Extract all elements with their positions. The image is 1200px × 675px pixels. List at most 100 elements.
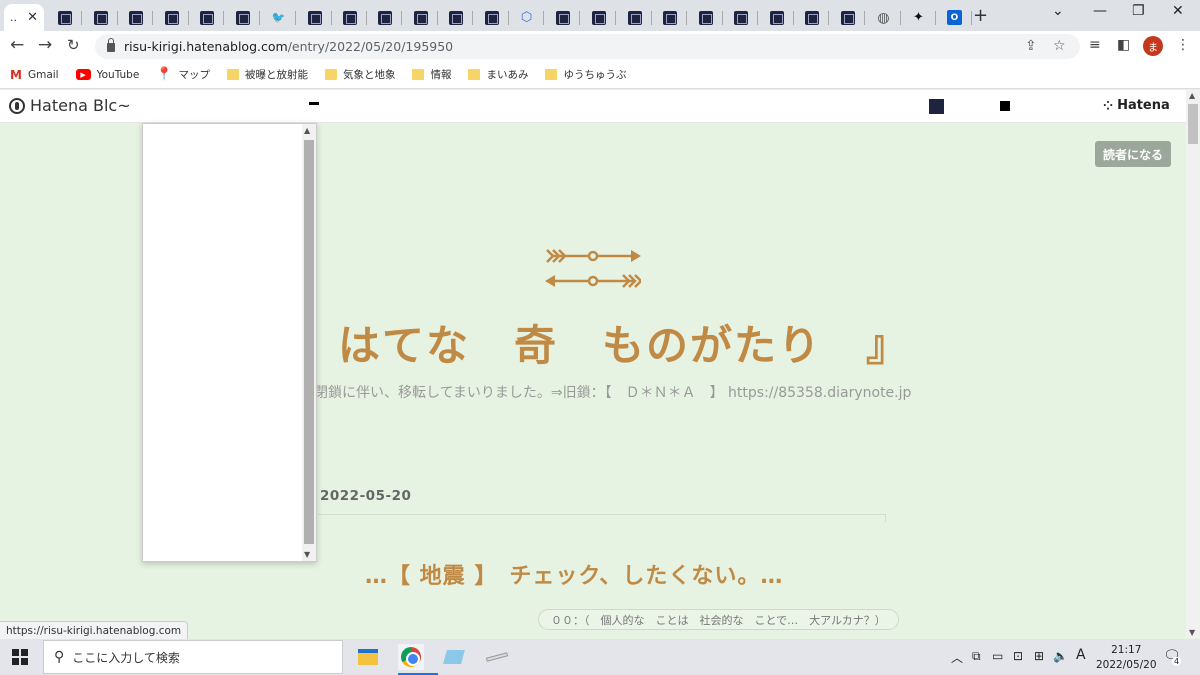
bookmark-item[interactable]: 📍 マップ xyxy=(156,67,210,82)
minimize-button[interactable]: — xyxy=(1093,3,1107,19)
new-tab-button[interactable]: + xyxy=(973,5,988,26)
pen-app[interactable] xyxy=(484,644,510,670)
browser-tab[interactable]: ✦ xyxy=(901,4,936,31)
tab-active[interactable]: .. ✕ xyxy=(4,4,44,31)
browser-tab[interactable] xyxy=(367,4,402,31)
battery-icon[interactable]: ▭ xyxy=(992,649,1003,663)
close-window-button[interactable]: ✕ xyxy=(1172,3,1184,19)
page-scroll-down-icon[interactable]: ▼ xyxy=(1189,628,1195,637)
start-windows-icon[interactable] xyxy=(12,649,28,665)
category-tag[interactable]: ００：（ 個人的な ことは 社会的な ことで… 大アルカナ？） xyxy=(538,609,899,630)
header-square-icon[interactable] xyxy=(1000,101,1010,111)
bookmark-item[interactable]: ▶ YouTube xyxy=(75,68,140,81)
back-icon[interactable]: ← xyxy=(10,35,24,55)
bookmark-item[interactable]: 情報 xyxy=(412,67,451,82)
share-icon[interactable]: ⇪ xyxy=(1025,38,1037,54)
follow-button[interactable]: 読者になる xyxy=(1095,141,1171,167)
forward-icon[interactable]: → xyxy=(38,35,52,55)
tab-search-icon[interactable]: ⌄ xyxy=(1052,3,1064,19)
browser-tab[interactable] xyxy=(297,4,332,31)
notepad-app[interactable] xyxy=(441,644,467,670)
ime-indicator[interactable]: A xyxy=(1076,647,1086,663)
site-favicon-icon xyxy=(733,10,748,25)
browser-tab[interactable]: 🐦 xyxy=(261,4,296,31)
bookmark-item[interactable]: M Gmail xyxy=(10,68,59,82)
browser-tab[interactable] xyxy=(403,4,438,31)
browser-tab[interactable] xyxy=(759,4,794,31)
bookmark-label: 情報 xyxy=(430,69,452,81)
browser-tab[interactable] xyxy=(83,4,118,31)
browser-tab[interactable] xyxy=(617,4,652,31)
taskbar-search-box[interactable]: ⚲ ここに入力して検索 xyxy=(43,640,343,674)
tab-separator xyxy=(401,11,402,25)
browser-tab[interactable] xyxy=(438,4,473,31)
chrome-app[interactable] xyxy=(398,644,438,675)
display-icon[interactable]: ⊞ xyxy=(1034,649,1044,663)
bookmark-item[interactable]: ゆうちゅうぶ xyxy=(545,67,626,82)
browser-tab[interactable]: ◍ xyxy=(866,4,901,31)
side-panel-icon[interactable]: ◧ xyxy=(1117,37,1130,53)
windows-taskbar: ⚲ ここに入力して検索 ︿ ⧉ ▭ ⊡ ⊞ 🔈 A 21:17 2022/05/… xyxy=(0,639,1200,675)
volume-icon[interactable]: 🔈 xyxy=(1053,649,1068,663)
lock-icon[interactable] xyxy=(107,38,115,52)
divider xyxy=(318,514,886,522)
browser-tab[interactable] xyxy=(474,4,509,31)
site-favicon-icon xyxy=(769,10,784,25)
entry-date[interactable]: 2022-05-20 xyxy=(320,488,411,504)
reload-icon[interactable]: ↻ xyxy=(67,36,80,54)
tab-close-icon[interactable]: ✕ xyxy=(27,10,38,25)
dropdown-scrollbar[interactable]: ▲ ▼ xyxy=(302,124,316,561)
dropdown-panel[interactable]: ▲ ▼ xyxy=(142,123,317,562)
profile-avatar[interactable]: ま xyxy=(1143,36,1163,56)
clock[interactable]: 21:17 2022/05/20 xyxy=(1096,643,1157,673)
bookmark-star-icon[interactable]: ☆ xyxy=(1053,38,1066,54)
entry-title[interactable]: …【 地震 】 チェック、したくない。… xyxy=(365,558,783,590)
tray-chevron-icon[interactable]: ︿ xyxy=(951,649,963,666)
browser-tab[interactable] xyxy=(830,4,865,31)
tab-separator xyxy=(472,11,473,25)
bookmark-item[interactable]: まいあみ xyxy=(468,67,528,82)
browser-tab[interactable] xyxy=(794,4,829,31)
reading-list-icon[interactable]: ≡ xyxy=(1089,37,1101,53)
pen-icon xyxy=(485,652,509,662)
menu-icon[interactable]: ⋮ xyxy=(1176,37,1190,53)
network-icon[interactable]: ⊡ xyxy=(1013,649,1023,663)
hatena-dots-icon: ⁘ xyxy=(1103,98,1114,113)
scroll-up-icon[interactable]: ▲ xyxy=(304,126,310,135)
page-scroll-up-icon[interactable]: ▲ xyxy=(1189,91,1195,100)
bookmark-item[interactable]: 気象と地象 xyxy=(324,67,395,82)
page-scrollbar[interactable]: ▲ ▼ xyxy=(1186,90,1200,638)
user-thumbnail-icon[interactable] xyxy=(929,99,944,114)
blog-title[interactable]: はてな 奇 ものがたり 』 xyxy=(338,312,910,373)
browser-tab[interactable] xyxy=(723,4,758,31)
bookmark-item[interactable]: 被曝と放射能 xyxy=(226,67,308,82)
browser-tab[interactable] xyxy=(154,4,189,31)
browser-tab[interactable] xyxy=(189,4,224,31)
site-favicon-icon xyxy=(93,10,108,25)
tray-app-icon[interactable]: ⧉ xyxy=(972,649,981,664)
browser-tab[interactable] xyxy=(581,4,616,31)
scroll-down-icon[interactable]: ▼ xyxy=(304,550,310,559)
browser-tab[interactable] xyxy=(225,4,260,31)
restore-button[interactable]: ❐ xyxy=(1132,3,1145,19)
dropdown-scroll-thumb[interactable] xyxy=(304,140,314,544)
browser-tab[interactable] xyxy=(47,4,82,31)
browser-tab[interactable] xyxy=(332,4,367,31)
page-scroll-thumb[interactable] xyxy=(1188,104,1198,144)
hatena-blog-logo[interactable]: Hatena Blc~ xyxy=(9,96,131,115)
file-explorer-app[interactable] xyxy=(355,644,381,670)
browser-tab[interactable] xyxy=(118,4,153,31)
hatena-brand-link[interactable]: ⁘ Hatena xyxy=(1103,98,1170,113)
tab-separator xyxy=(935,11,936,25)
browser-tab[interactable] xyxy=(688,4,723,31)
site-favicon-icon xyxy=(413,10,428,25)
bookmark-label: YouTube xyxy=(96,68,140,81)
browser-tab[interactable]: ⬡ xyxy=(509,4,544,31)
browser-tab[interactable] xyxy=(652,4,687,31)
hatena-logo-icon xyxy=(9,97,25,114)
browser-tab[interactable] xyxy=(545,4,580,31)
site-favicon-icon xyxy=(128,10,143,25)
url-text: risu-kirigi.hatenablog.com/entry/2022/05… xyxy=(124,39,453,54)
address-bar[interactable]: risu-kirigi.hatenablog.com/entry/2022/05… xyxy=(95,34,1080,59)
browser-tab[interactable]: O xyxy=(937,4,972,31)
